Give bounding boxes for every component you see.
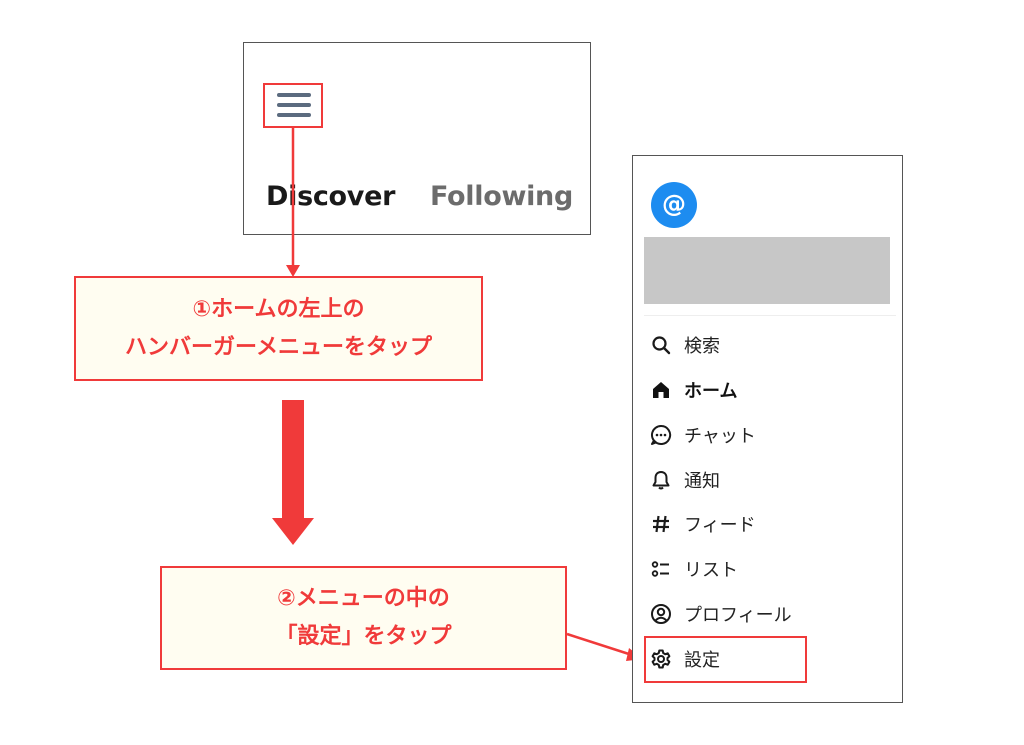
- menu-item-search[interactable]: 検索: [650, 330, 720, 360]
- callout-step-1: ①ホームの左上の ハンバーガーメニューをタップ: [74, 276, 483, 381]
- menu-item-label: 検索: [684, 336, 720, 357]
- menu-item-profile[interactable]: プロフィール: [650, 599, 792, 629]
- menu-item-chat[interactable]: チャット: [650, 420, 756, 450]
- menu-item-notifications[interactable]: 通知: [650, 465, 720, 495]
- avatar[interactable]: @: [651, 182, 697, 228]
- callout-step-1-line2: ハンバーガーメニューをタップ: [124, 335, 433, 360]
- callout-step-2: ②メニューの中の 「設定」をタップ: [160, 566, 567, 670]
- callout-step-1-line1: ①ホームの左上の: [192, 297, 365, 322]
- callout-step-2-line1: ②メニューの中の: [277, 586, 450, 611]
- hash-icon: [650, 513, 672, 535]
- bell-icon: [650, 469, 672, 491]
- chat-icon: [650, 424, 672, 446]
- home-icon: [650, 379, 672, 401]
- arrow-callout-to-settings: [566, 632, 633, 657]
- settings-highlight-box: [644, 636, 807, 683]
- menu-item-label: リスト: [684, 560, 738, 581]
- profile-info-redacted: [644, 237, 890, 304]
- big-down-arrow-shaft: [282, 400, 304, 520]
- menu-item-label: プロフィール: [684, 605, 792, 626]
- menu-item-label: フィード: [684, 515, 756, 536]
- menu-item-feeds[interactable]: フィード: [650, 509, 756, 539]
- search-icon: [650, 334, 672, 356]
- list-icon: [650, 558, 672, 580]
- menu-item-label: チャット: [684, 426, 756, 447]
- menu-item-lists[interactable]: リスト: [650, 554, 738, 584]
- big-down-arrow-head: [272, 518, 314, 545]
- menu-item-home[interactable]: ホーム: [650, 375, 737, 405]
- menu-item-label: ホーム: [684, 381, 738, 402]
- menu-divider: [644, 315, 896, 316]
- callout-step-2-line2: 「設定」をタップ: [275, 624, 452, 649]
- profile-icon: [650, 603, 672, 625]
- menu-item-label: 通知: [684, 471, 720, 492]
